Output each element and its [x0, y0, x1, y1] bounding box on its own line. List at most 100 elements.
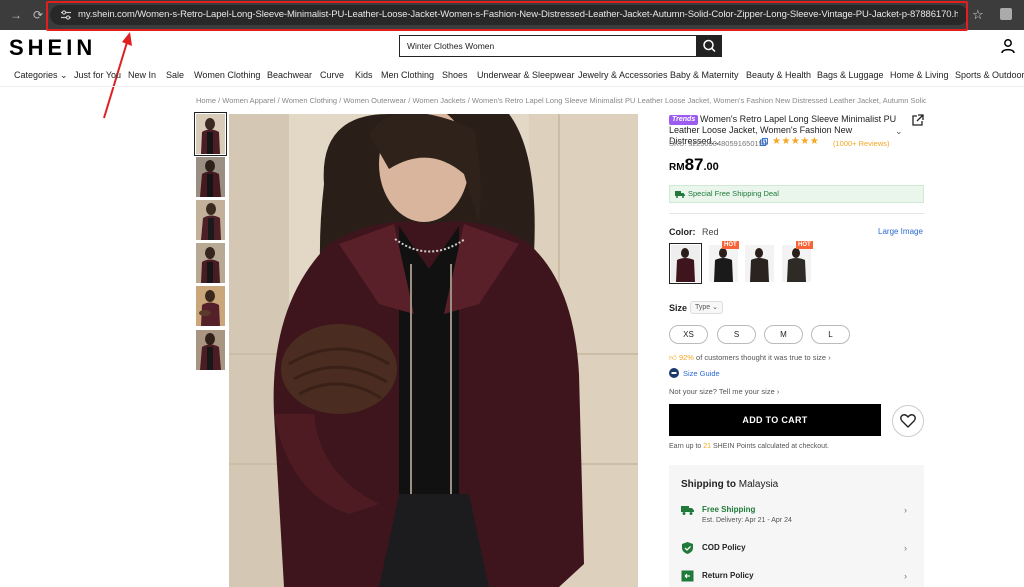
return-policy-title: Return Policy [702, 571, 754, 580]
breadcrumb-home[interactable]: Home [196, 96, 216, 105]
color-label: Color: [669, 227, 696, 237]
category-sports-outdoors[interactable]: Sports & Outdoors [955, 68, 1024, 82]
breadcrumb-current: Women's Retro Lapel Long Sleeve Minimali… [471, 96, 926, 105]
shipping-title: Shipping to Malaysia [681, 479, 778, 490]
fit-text: of customers thought it was true to size… [696, 353, 831, 362]
reload-icon[interactable]: ⟳ [30, 7, 46, 23]
points-prefix: Earn up to [669, 443, 702, 450]
chevron-down-icon: ⌄ [57, 70, 68, 80]
category-bags-luggage[interactable]: Bags & Luggage [817, 68, 884, 82]
extension-icon[interactable] [1000, 8, 1012, 20]
size-type-select[interactable]: Type ⌄ [690, 301, 723, 314]
category-shoes[interactable]: Shoes [442, 68, 468, 82]
category-home-living[interactable]: Home & Living [890, 68, 949, 82]
ruler-icon [669, 368, 679, 378]
shipping-deal-banner[interactable]: Special Free Shipping Deal [669, 185, 924, 203]
shield-check-icon [682, 542, 693, 554]
chevron-right-icon: › [904, 505, 907, 515]
breadcrumb-women-jackets[interactable]: Women Jackets [412, 96, 465, 105]
category-nav: Categories ⌄ Just for You New In Sale Wo… [0, 68, 1024, 84]
return-box-icon [681, 570, 694, 582]
return-policy-row[interactable]: Return Policy › [681, 570, 917, 587]
bookmark-star-icon[interactable]: ☆ [972, 7, 984, 23]
points-suffix: SHEIN Points calculated at checkout. [713, 443, 829, 450]
reviews-link[interactable]: (1000+ Reviews) [833, 139, 889, 148]
truck-icon [681, 506, 694, 515]
cod-policy-title: COD Policy [702, 543, 746, 552]
shipping-to-label: Shipping to [681, 479, 736, 490]
main-product-image[interactable] [229, 114, 638, 587]
thumbnail-5[interactable] [196, 286, 225, 326]
category-jewelry-accessories[interactable]: Jewelry & Accessories [578, 68, 668, 82]
free-shipping-title: Free Shipping [702, 505, 756, 514]
info-divider [669, 213, 924, 214]
size-guide-link[interactable]: Size Guide [669, 368, 720, 378]
search-button[interactable] [697, 35, 722, 57]
category-curve[interactable]: Curve [320, 68, 344, 82]
free-shipping-row[interactable]: Free Shipping Est. Delivery: Apr 21 - Ap… [681, 504, 917, 530]
thumbnail-4[interactable] [196, 243, 225, 283]
category-just-for-you[interactable]: Just for You [74, 68, 121, 82]
breadcrumb-women-outerwear[interactable]: Women Outerwear [343, 96, 406, 105]
product-sku: SKU: sz25050480591650150 [669, 139, 767, 148]
color-swatch-4[interactable] [782, 245, 811, 282]
thumbnail-6[interactable] [196, 330, 225, 370]
breadcrumb-women-clothing[interactable]: Women Clothing [282, 96, 337, 105]
shipping-country[interactable]: Malaysia [739, 479, 778, 490]
color-value: Red [702, 227, 719, 237]
copy-icon[interactable] [760, 138, 768, 146]
header-divider [0, 86, 1024, 87]
search-input[interactable] [399, 35, 697, 57]
size-option-s[interactable]: S [717, 325, 756, 344]
category-menu[interactable]: Categories ⌄ [14, 68, 68, 82]
category-women-clothing[interactable]: Women Clothing [194, 68, 260, 82]
fit-feedback[interactable]: 👍︎ 92% of customers thought it was true … [669, 353, 831, 363]
category-sale[interactable]: Sale [166, 68, 184, 82]
heart-icon [900, 414, 916, 428]
color-swatch-2[interactable] [709, 245, 738, 282]
size-option-xs[interactable]: XS [669, 325, 708, 344]
category-label: Categories [14, 70, 58, 80]
large-image-link[interactable]: Large Image [878, 227, 923, 236]
shein-logo[interactable]: SHEIN [9, 35, 96, 61]
thumbs-up-icon: 👍︎ [669, 353, 677, 362]
chevron-down-icon[interactable]: ⌄ [895, 126, 903, 137]
category-kids[interactable]: Kids [355, 68, 373, 82]
search-icon [703, 39, 716, 53]
category-new-in[interactable]: New In [128, 68, 156, 82]
category-baby-maternity[interactable]: Baby & Maternity [670, 68, 739, 82]
color-swatch-3[interactable] [745, 245, 774, 282]
thumbnail-3[interactable] [196, 200, 225, 240]
category-men-clothing[interactable]: Men Clothing [381, 68, 434, 82]
size-option-m[interactable]: M [764, 325, 803, 344]
rating-stars: ★★★★★ [772, 136, 820, 147]
shipping-deal-text: Special Free Shipping Deal [688, 189, 779, 198]
share-icon[interactable] [911, 114, 924, 127]
url-annotation-box [46, 1, 968, 31]
price-integer: 87 [684, 155, 704, 174]
not-your-size-link[interactable]: Not your size? Tell me your size › [669, 387, 779, 396]
category-beachwear[interactable]: Beachwear [267, 68, 312, 82]
wishlist-button[interactable] [892, 405, 924, 437]
user-account-icon[interactable] [1000, 38, 1016, 54]
thumbnail-1[interactable] [194, 112, 227, 156]
points-info: Earn up to 21 SHEIN Points calculated at… [669, 443, 829, 450]
fit-percentage: 92% [678, 353, 694, 362]
thumbnail-2[interactable] [196, 157, 225, 197]
color-swatch-red[interactable] [669, 243, 702, 284]
size-option-l[interactable]: L [811, 325, 850, 344]
add-to-cart-button[interactable]: ADD TO CART [669, 404, 881, 436]
product-price: RM87.00 [669, 155, 719, 175]
size-guide-text: Size Guide [683, 369, 720, 378]
breadcrumb: Home / Women Apparel / Women Clothing / … [196, 96, 926, 105]
trends-badge: Trends [669, 115, 699, 125]
category-beauty-health[interactable]: Beauty & Health [746, 68, 811, 82]
chevron-right-icon: › [904, 543, 907, 553]
category-underwear-sleepwear[interactable]: Underwear & Sleepwear [477, 68, 575, 82]
estimated-delivery: Est. Delivery: Apr 21 - Apr 24 [702, 517, 792, 524]
price-currency: RM [669, 162, 685, 173]
forward-icon[interactable]: → [8, 7, 24, 23]
cod-policy-row[interactable]: COD Policy › [681, 542, 917, 568]
points-number: 21 [703, 443, 712, 450]
breadcrumb-women-apparel[interactable]: Women Apparel [222, 96, 275, 105]
